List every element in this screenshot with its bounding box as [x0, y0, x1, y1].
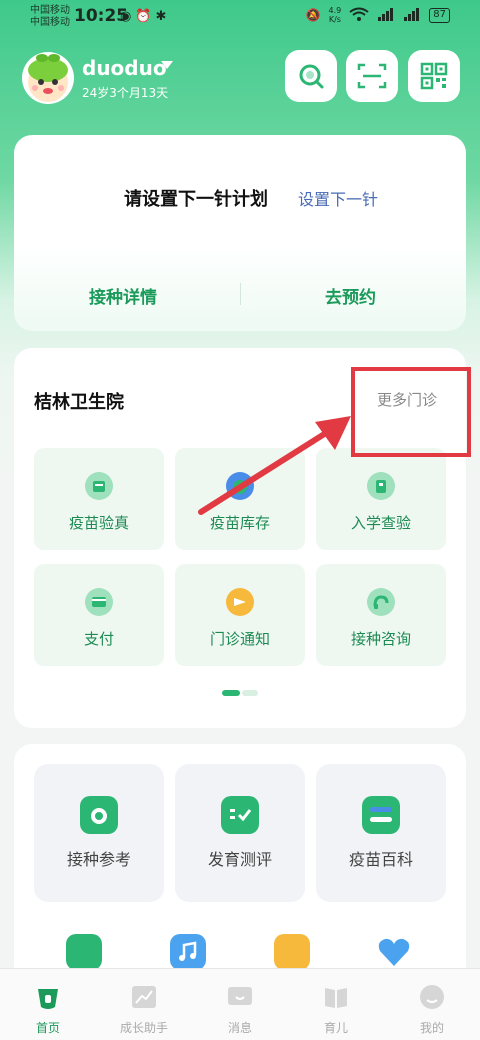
vaccination-details-button[interactable]: 接种详情	[89, 283, 157, 308]
home-icon	[38, 989, 58, 1009]
page-indicator	[222, 690, 258, 696]
bluetooth-icon: ✱	[155, 9, 171, 24]
tile-consult[interactable]: 接种咨询	[316, 564, 446, 666]
scan-button[interactable]	[346, 50, 398, 102]
tab-growth-assistant[interactable]: 成长助手	[96, 969, 192, 1040]
bottom-tab-bar: 首页 成长助手 消息 育儿 我的	[0, 968, 480, 1040]
plan-divider	[240, 283, 241, 305]
highlight-box	[351, 367, 471, 457]
tab-messages[interactable]: 消息	[192, 969, 288, 1040]
school-check-icon	[367, 472, 395, 500]
mute-icon: 🔕	[305, 8, 321, 22]
chat-service-icon[interactable]	[66, 934, 102, 970]
consult-icon	[367, 588, 395, 616]
page-dot-active	[222, 690, 240, 696]
tile-vaccine-verify[interactable]: 疫苗验真	[34, 448, 164, 550]
wifi-icon	[349, 7, 369, 24]
status-icons-left: ◉⏰✱	[120, 9, 170, 24]
battery-indicator: 87	[429, 7, 450, 23]
search-button[interactable]	[285, 50, 337, 102]
qr-code-icon	[420, 62, 448, 90]
music-icon[interactable]	[170, 934, 206, 970]
eye-icon: ◉	[120, 9, 136, 24]
gift-icon[interactable]	[274, 934, 310, 970]
scan-icon	[357, 63, 387, 89]
profile-icon	[420, 985, 444, 1009]
vaccine-encyclopedia-icon	[362, 796, 400, 834]
development-assessment-icon	[221, 796, 259, 834]
signal-icon-2	[403, 7, 421, 24]
signal-icon-1	[377, 7, 395, 24]
tool-vaccine-encyclopedia[interactable]: 疫苗百科	[316, 764, 446, 902]
tab-profile[interactable]: 我的	[384, 969, 480, 1040]
qr-code-button[interactable]	[408, 50, 460, 102]
carrier-1: 中国移动	[30, 5, 70, 16]
status-icons-right: 🔕 4.9 K/s 87	[306, 6, 450, 24]
vaccination-plan-card: 请设置下一针计划 设置下一针 接种详情 去预约	[14, 135, 466, 331]
page-dot	[242, 690, 258, 696]
avatar-character-icon	[28, 54, 68, 102]
growth-chart-icon	[132, 986, 156, 1008]
clinic-notice-icon	[226, 588, 254, 616]
search-icon	[299, 64, 324, 89]
payment-icon	[85, 588, 113, 616]
parenting-book-icon	[325, 988, 347, 1008]
alarm-icon: ⏰	[135, 9, 156, 24]
message-icon	[228, 987, 252, 1005]
username[interactable]: duoduo	[82, 56, 167, 80]
vaccine-verify-icon	[85, 472, 113, 500]
carrier-labels: 中国移动 中国移动	[30, 5, 70, 29]
tile-clinic-notice[interactable]: 门诊通知	[175, 564, 305, 666]
status-bar: 中国移动 中国移动 10:25 ◉⏰✱ 🔕 4.9 K/s 87	[0, 0, 480, 36]
net-speed: 4.9 K/s	[328, 6, 342, 24]
carrier-2: 中国移动	[30, 17, 70, 28]
tab-home[interactable]: 首页	[0, 969, 96, 1040]
tile-payment[interactable]: 支付	[34, 564, 164, 666]
child-age: 24岁3个月13天	[82, 86, 169, 100]
tool-development-assessment[interactable]: 发育测评	[175, 764, 305, 902]
avatar[interactable]	[22, 52, 74, 104]
tools-card: 接种参考 发育测评 疫苗百科	[14, 744, 466, 984]
vaccination-reference-icon	[80, 796, 118, 834]
annotation-arrow-icon	[198, 416, 351, 515]
tab-parenting[interactable]: 育儿	[288, 969, 384, 1040]
plan-title: 请设置下一针计划	[124, 189, 268, 210]
chevron-down-icon[interactable]	[161, 61, 173, 69]
clinic-name: 桔林卫生院	[34, 392, 124, 413]
tool-vaccination-reference[interactable]: 接种参考	[34, 764, 164, 902]
heart-icon[interactable]	[376, 934, 412, 970]
set-next-dose-link[interactable]: 设置下一针	[298, 186, 378, 210]
make-appointment-button[interactable]: 去预约	[325, 283, 376, 308]
